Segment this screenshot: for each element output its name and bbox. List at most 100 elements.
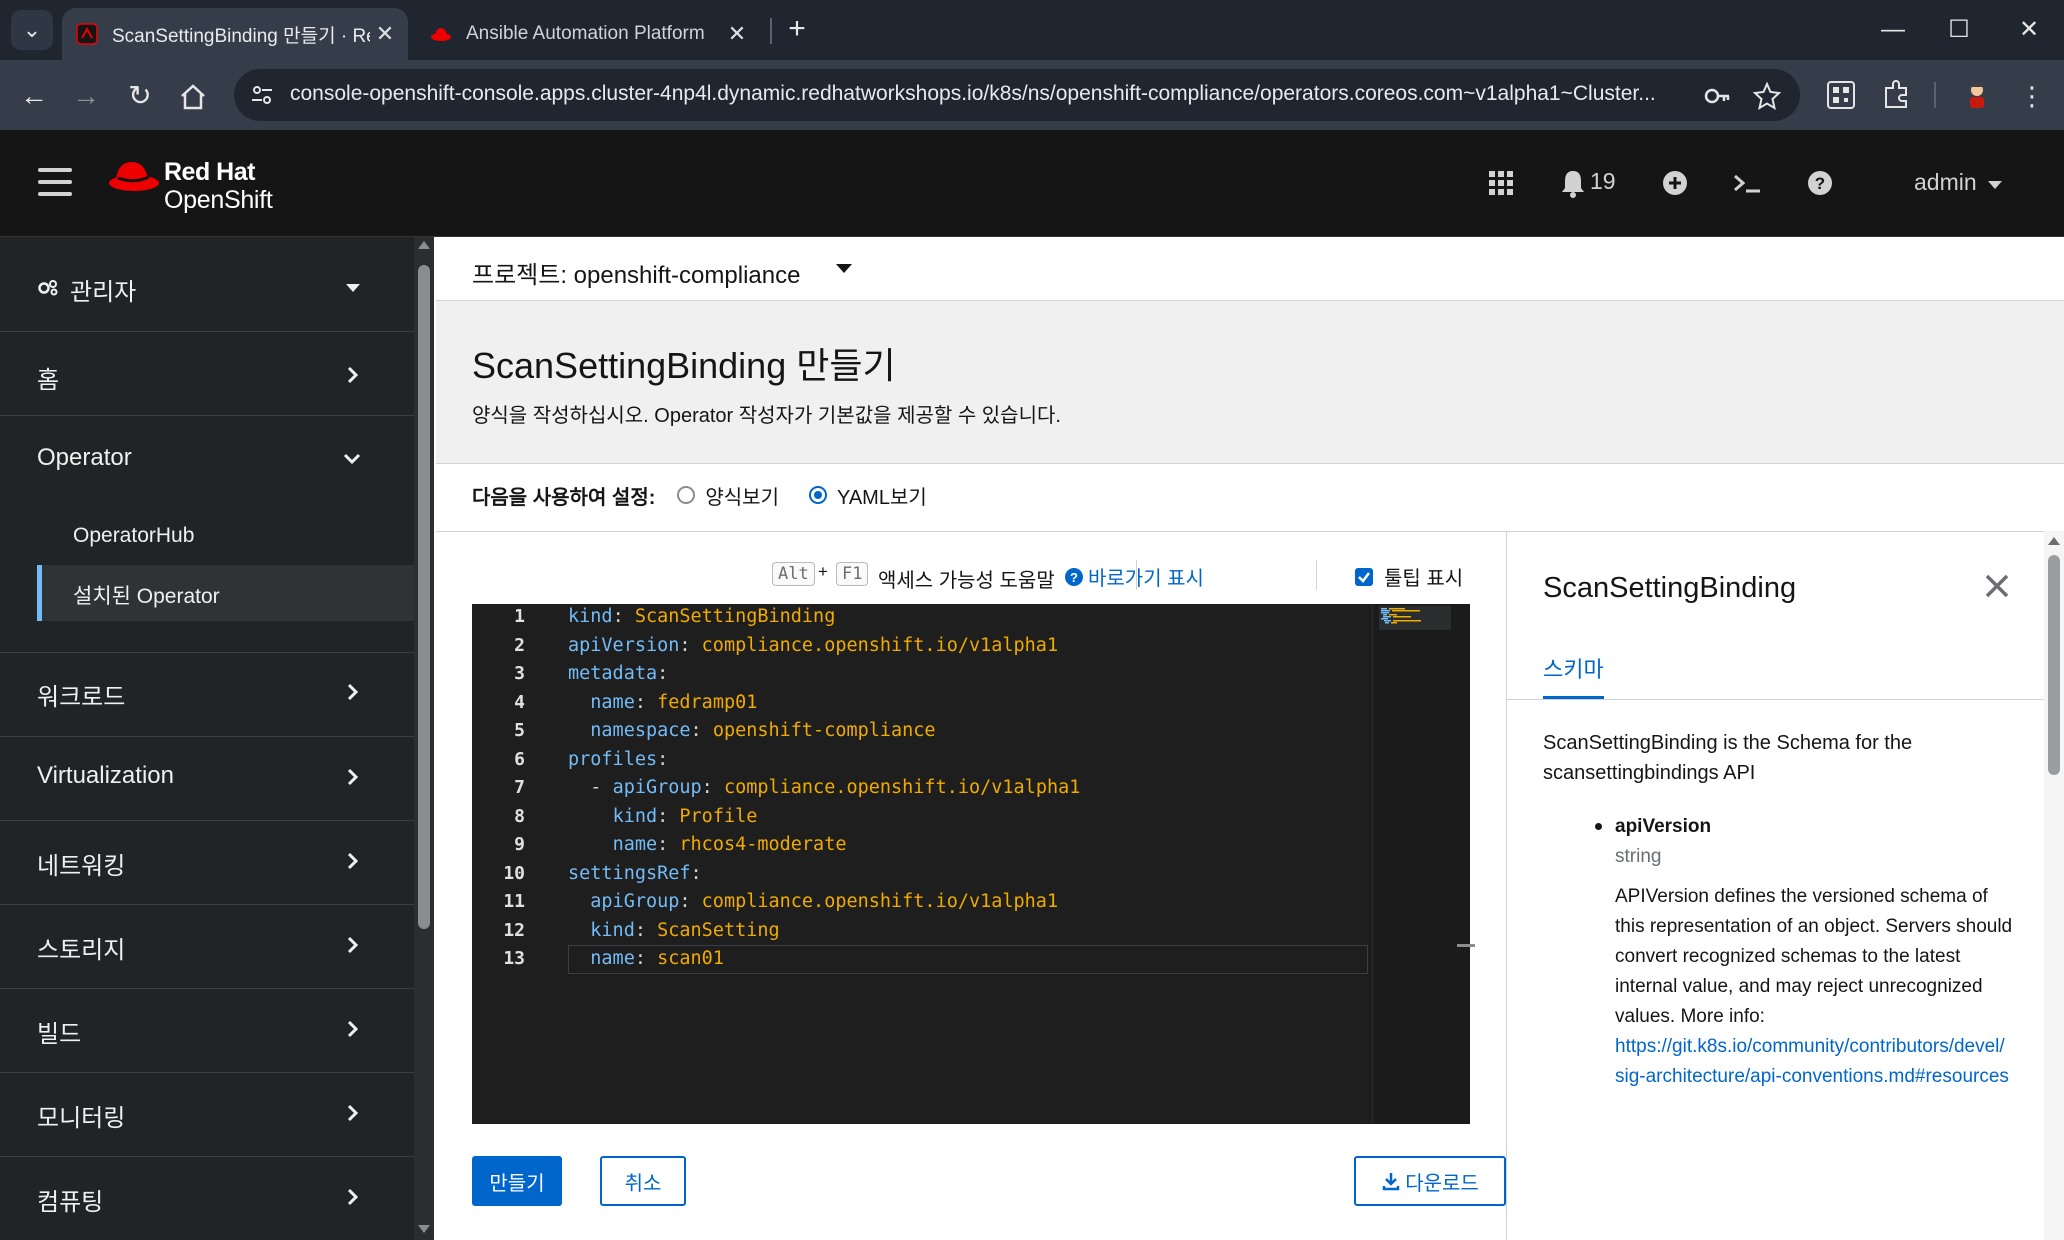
cancel-button[interactable]: 취소 — [600, 1156, 686, 1206]
yaml-value: ScanSetting — [657, 919, 780, 941]
form-actions: 만들기 취소 다운로드 — [472, 1156, 1506, 1208]
password-key-icon[interactable] — [1702, 81, 1732, 111]
tab-title: Ansible Automation Platform — [466, 23, 705, 44]
form-view-radio[interactable] — [677, 486, 696, 504]
yaml-key: settingsRef — [568, 862, 691, 884]
browser-menu-icon[interactable]: ⋮ — [2012, 76, 2052, 116]
tab-scansettingbinding[interactable]: ScanSettingBinding 만들기 · Re ✕ — [62, 8, 408, 60]
code-line-9: name: rhcos4-moderate — [612, 834, 847, 855]
yaml-value: compliance.openshift.io/v1alpha1 — [701, 634, 1059, 656]
user-menu[interactable]: admin — [1914, 166, 2014, 202]
schema-body: ScanSettingBinding is the Schema for the… — [1543, 728, 2013, 1092]
nav-toggle-icon[interactable] — [38, 168, 72, 198]
perspective-label: 관리자 — [70, 279, 137, 306]
sidebar-subitem-label: 설치된 Operator — [73, 585, 220, 608]
redhat-logo-icon — [109, 162, 159, 191]
schema-field-item: apiVersion string APIVersion defines the… — [1543, 812, 2013, 1092]
show-tooltips-toggle[interactable]: 툴팁 표시 — [1354, 562, 1463, 591]
field-type: string — [1615, 846, 1662, 867]
close-icon[interactable] — [1983, 572, 2011, 600]
close-tab-icon[interactable]: ✕ — [370, 21, 400, 47]
help-icon[interactable]: ? — [1805, 168, 1835, 198]
sidebar-item-operatorhub[interactable]: OperatorHub — [37, 509, 414, 565]
yaml-value: openshift-compliance — [712, 720, 936, 741]
download-button[interactable]: 다운로드 — [1354, 1156, 1506, 1206]
sidebar-item-compute[interactable]: 컴퓨팅 — [0, 1157, 414, 1240]
home-icon[interactable] — [176, 80, 210, 114]
user-name: admin — [1914, 169, 1977, 195]
scroll-up-icon[interactable] — [2048, 537, 2060, 545]
project-selector[interactable]: 프로젝트: openshift-compliance — [436, 237, 2064, 301]
maximize-button[interactable]: ☐ — [1934, 12, 1984, 48]
sidebar-item-label: Operator — [37, 444, 132, 471]
new-tab-button[interactable]: + — [782, 12, 812, 46]
code-line-6: profiles: — [568, 748, 669, 770]
app-launcher-icon[interactable] — [1486, 168, 1516, 198]
profile-avatar-icon[interactable] — [1960, 78, 1994, 112]
redhat-openshift-logo[interactable]: Red Hat OpenShift — [108, 150, 318, 220]
web-terminal-icon[interactable] — [1732, 168, 1762, 198]
main-scrollbar[interactable] — [2044, 531, 2064, 1240]
sidebar-item-virtualization[interactable]: Virtualization — [0, 737, 414, 821]
create-button[interactable]: 만들기 — [472, 1156, 562, 1206]
perspective-switcher[interactable]: 관리자 — [0, 237, 414, 332]
sidebar-item-label: 홈 — [37, 367, 60, 394]
checkbox-checked-icon[interactable] — [1354, 567, 1374, 587]
field-docs-link[interactable]: https://git.k8s.io/community/contributor… — [1615, 1032, 2013, 1092]
close-tab-icon[interactable]: ✕ — [722, 21, 752, 47]
code-line-12: kind: ScanSetting — [590, 919, 780, 941]
yaml-view-label[interactable]: YAML보기 — [837, 481, 927, 510]
sidebar-scrollbar[interactable] — [414, 237, 434, 1240]
sidebar-item-label: 빌드 — [37, 1021, 82, 1048]
code-editor[interactable]: 1 2 3 4 5 6 7 8 9 10 11 12 13 kind: Scan… — [472, 604, 1475, 1124]
sidebar-item-installed-operators[interactable]: 설치된 Operator — [37, 565, 414, 621]
scrollbar-thumb[interactable] — [2048, 555, 2060, 775]
back-button[interactable]: ← — [14, 76, 54, 116]
scroll-up-icon[interactable] — [418, 241, 430, 249]
field-description: APIVersion defines the versioned schema … — [1615, 886, 2013, 1027]
yaml-key: apiVersion — [568, 634, 680, 656]
chevron-right-icon — [347, 366, 359, 384]
forward-button[interactable]: → — [66, 76, 106, 116]
sidebar-item-builds[interactable]: 빌드 — [0, 989, 414, 1073]
form-view-label[interactable]: 양식보기 — [705, 481, 779, 510]
address-bar[interactable]: console-openshift-console.apps.cluster-4… — [234, 69, 1800, 121]
page-title: ScanSettingBinding 만들기 — [472, 345, 896, 386]
yaml-value: rhcos4-moderate — [679, 834, 847, 855]
tab-schema[interactable]: 스키마 — [1543, 652, 1604, 699]
quick-create-plus-icon[interactable] — [1660, 168, 1690, 198]
qr-code-icon[interactable] — [1824, 78, 1858, 112]
masthead: Red Hat OpenShift 19 ? admin — [0, 130, 2064, 237]
notifications-button[interactable]: 19 — [1560, 166, 1640, 202]
yaml-key: metadata — [568, 663, 658, 684]
cancel-button-label: 취소 — [624, 1172, 662, 1195]
minimize-button[interactable]: — — [1868, 12, 1918, 48]
sidebar-item-label: 네트워킹 — [37, 853, 126, 880]
site-settings-icon[interactable] — [248, 81, 276, 109]
extensions-icon[interactable] — [1880, 78, 1914, 112]
close-window-button[interactable]: ✕ — [2004, 12, 2054, 48]
yaml-key: kind — [612, 805, 658, 827]
yaml-value: scan01 — [657, 948, 724, 969]
sidebar-item-workloads[interactable]: 워크로드 — [0, 653, 414, 737]
tab-ansible[interactable]: Ansible Automation Platform ✕ — [420, 8, 760, 60]
sidebar-item-networking[interactable]: 네트워킹 — [0, 821, 414, 905]
yaml-key: name — [590, 948, 635, 969]
scroll-down-icon[interactable] — [418, 1225, 430, 1233]
editor-minimap[interactable] — [1372, 604, 1475, 1124]
show-shortcuts-button[interactable]: ? 바로가기 표시 — [1064, 562, 1204, 591]
line-number: 9 — [514, 834, 525, 855]
sidebar-item-monitoring[interactable]: 모니터링 — [0, 1073, 414, 1157]
scrollbar-thumb[interactable] — [418, 265, 430, 929]
yaml-value: fedramp01 — [657, 691, 758, 713]
logo-redhat-text: Red Hat — [164, 158, 255, 186]
sidebar-item-storage[interactable]: 스토리지 — [0, 905, 414, 989]
bookmark-star-icon[interactable] — [1752, 81, 1782, 111]
sidebar-item-operator[interactable]: Operator OperatorHub 설치된 Operator — [0, 416, 414, 653]
sidebar: 관리자 홈 Operator OperatorHub 설치된 Operator … — [0, 237, 434, 1240]
reload-button[interactable]: ↻ — [120, 76, 160, 116]
sidebar-item-home[interactable]: 홈 — [0, 332, 414, 416]
yaml-key: kind — [568, 606, 613, 627]
yaml-view-radio[interactable] — [808, 486, 827, 504]
tab-search-button[interactable]: ⌄ — [11, 10, 53, 50]
